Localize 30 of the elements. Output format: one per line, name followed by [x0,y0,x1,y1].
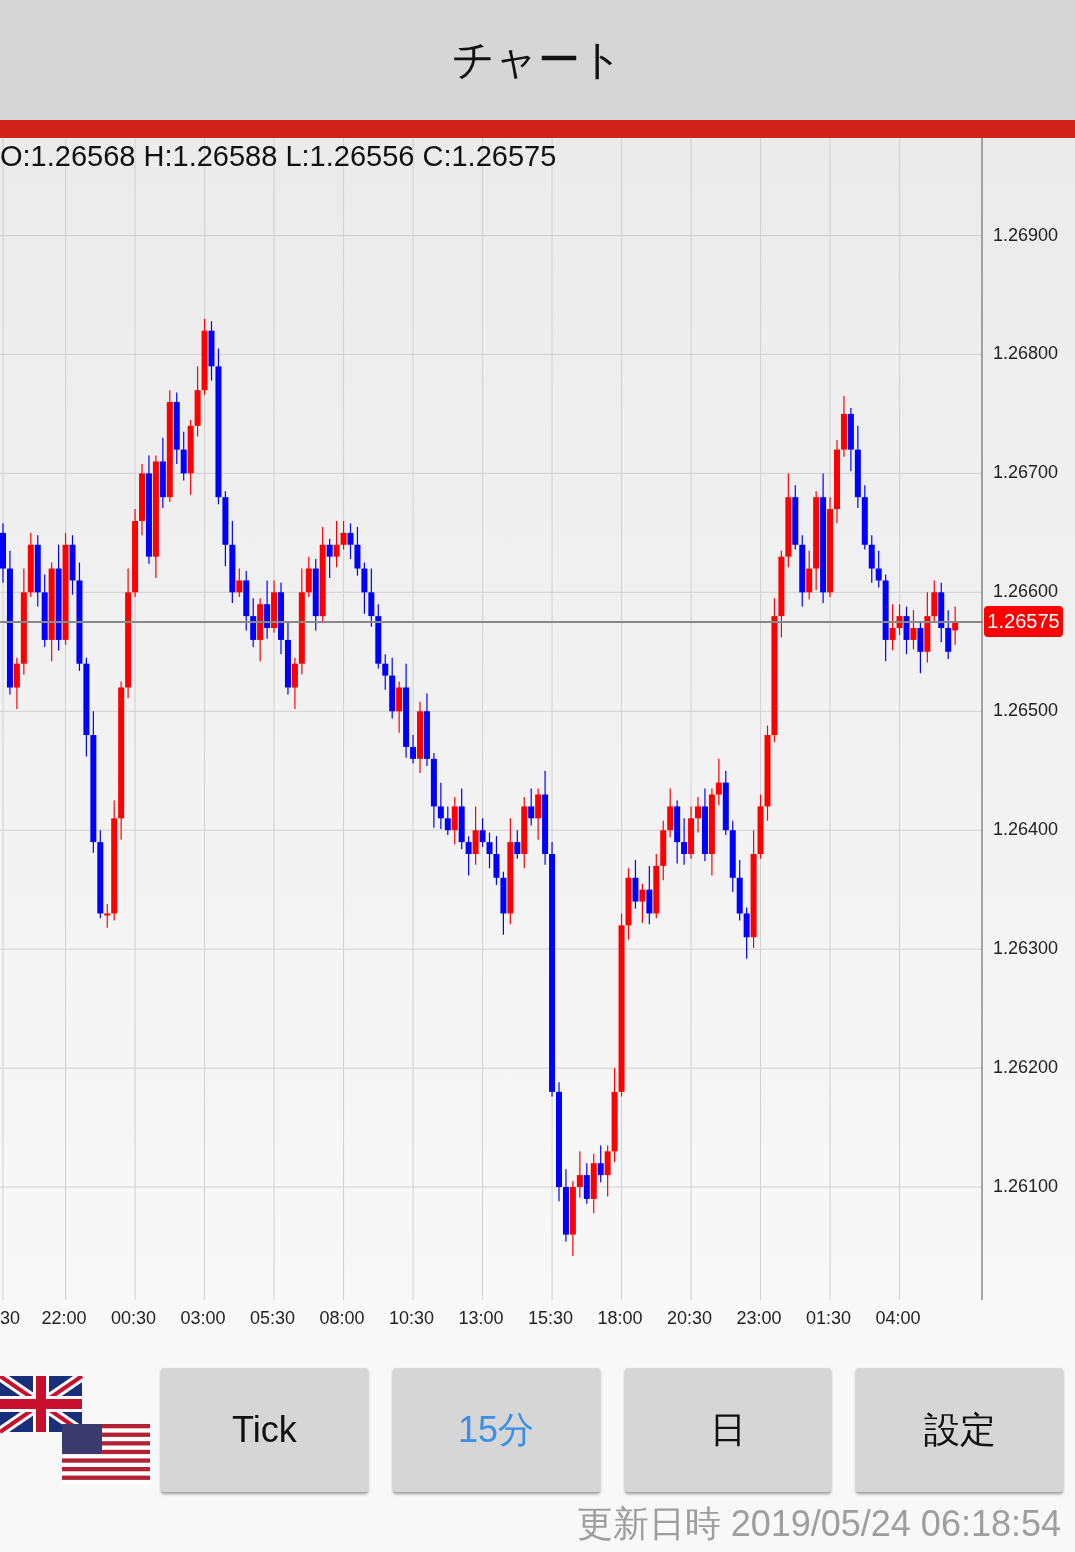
screen-title: チャート [452,34,623,86]
interval-button[interactable]: 日 [624,1368,832,1492]
update-timestamp: 更新日時 2019/05/24 06:18:54 [575,1502,1062,1546]
x-axis-label: 20:30 [667,1308,713,1329]
y-axis-label: 1.26800 [993,343,1059,365]
x-axis-label: 03:00 [180,1308,226,1329]
x-axis-label: 15:30 [528,1308,574,1329]
x-axis-label: 00:30 [111,1308,157,1329]
x-axis-label: 05:30 [250,1308,296,1329]
x-axis-label: 08:00 [319,1308,365,1329]
y-axis-label: 1.26500 [993,700,1059,722]
y-axis-label: 1.26700 [993,462,1059,484]
x-axis-label: 01:30 [806,1308,852,1329]
y-axis-label: 1.26600 [993,581,1059,603]
interval-button[interactable]: 設定 [856,1368,1063,1492]
y-axis-label: 1.26900 [993,224,1059,246]
x-axis-label: 10:30 [389,1308,435,1329]
y-axis-label: 1.26200 [993,1057,1059,1079]
interval-button[interactable]: Tick [161,1368,368,1492]
y-axis-label: 1.26100 [993,1176,1059,1197]
current-price-tag: 1.26575 [984,606,1063,638]
y-axis-label: 1.26400 [993,819,1059,841]
x-axis-label: 13:00 [458,1308,504,1329]
x-axis-label: 22:00 [41,1308,87,1329]
y-axis-label: 1.26300 [993,938,1059,960]
x-axis-label: 04:00 [875,1308,921,1329]
ohlc-readout: O:1.26568 H:1.26588 L:1.26556 C:1.26575 [0,140,557,173]
x-axis-label: 18:00 [597,1308,643,1329]
x-axis-label: 30 [0,1308,21,1329]
x-axis-label: 23:00 [736,1308,782,1329]
